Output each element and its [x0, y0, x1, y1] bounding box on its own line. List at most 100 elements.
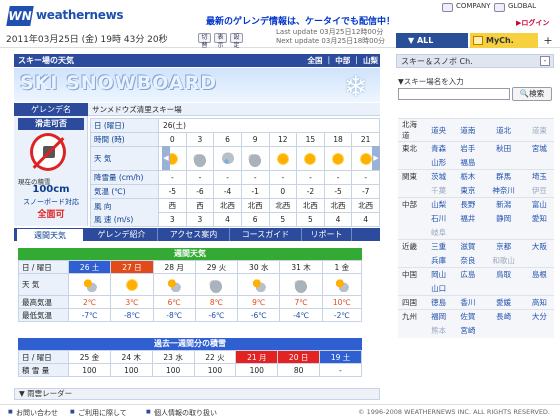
- prefecture-link[interactable]: 島根: [524, 267, 554, 282]
- temp-label: 気温 (℃): [90, 184, 159, 199]
- prefecture-link[interactable]: 伊豆: [525, 184, 554, 198]
- prefecture-link[interactable]: 秋田: [482, 141, 525, 156]
- prefecture-link[interactable]: 熊本: [424, 324, 453, 338]
- cloud-icon: [292, 276, 311, 293]
- prefecture-link[interactable]: 福岡: [424, 309, 454, 324]
- prefecture-link[interactable]: 山梨: [424, 197, 454, 212]
- breadcrumb[interactable]: 全国 ｜ 中部 ｜ 山梨: [308, 54, 378, 67]
- prefecture-link[interactable]: 福井: [453, 212, 482, 226]
- prefecture-link[interactable]: 大分: [524, 309, 554, 324]
- prefecture-link[interactable]: 鳥取: [482, 267, 525, 282]
- sidebar-collapse-button[interactable]: -: [540, 56, 550, 66]
- region-name: [398, 254, 424, 268]
- footer-contact-link[interactable]: お問い合わせ: [8, 408, 58, 418]
- region-row: 山形 福島: [398, 156, 554, 170]
- tab-weekly[interactable]: 週間天気: [16, 228, 84, 241]
- date-button-2[interactable]: 表示: [214, 33, 227, 49]
- resort-search-input[interactable]: [398, 88, 510, 100]
- prefecture-link[interactable]: 神奈川: [483, 184, 525, 198]
- company-link[interactable]: COMPANY: [442, 2, 491, 14]
- past-depth-cell: -: [319, 363, 362, 377]
- past-day-cell: 19 土: [319, 350, 362, 364]
- site-logo[interactable]: weathernews: [36, 8, 124, 22]
- login-link[interactable]: ▶ログイン: [516, 18, 549, 28]
- prefecture-link[interactable]: 宮崎: [453, 324, 482, 338]
- prefecture-link[interactable]: 和歌山: [483, 254, 525, 268]
- prefecture-link[interactable]: 奈良: [453, 254, 482, 268]
- prefecture-link[interactable]: 道央: [424, 118, 454, 142]
- tab-resort-intro[interactable]: ゲレンデ紹介: [86, 228, 158, 241]
- prefecture-link[interactable]: 静岡: [483, 212, 525, 226]
- prefecture-link[interactable]: 滋賀: [453, 239, 483, 254]
- region-name[interactable]: 北海道: [398, 118, 424, 142]
- region-name[interactable]: 関東: [398, 169, 424, 184]
- region-name[interactable]: 中国: [398, 267, 424, 282]
- prefecture-link[interactable]: 岡山: [424, 267, 454, 282]
- region-name[interactable]: 九州: [398, 309, 424, 324]
- prefecture-link[interactable]: 愛知: [525, 212, 554, 226]
- prefecture-link[interactable]: 高知: [524, 295, 554, 310]
- prefecture-link[interactable]: 山形: [424, 156, 453, 170]
- lift-icon: [43, 146, 55, 158]
- weekly-title: 週間天気: [18, 248, 362, 260]
- prefecture-link[interactable]: 京都: [482, 239, 525, 254]
- region-name: [398, 226, 424, 240]
- logo-icon[interactable]: WN: [6, 6, 34, 26]
- prefecture-link[interactable]: 徳島: [424, 295, 454, 310]
- tab-course-guide[interactable]: コースガイド: [230, 228, 302, 241]
- prefecture-link[interactable]: 広島: [453, 267, 483, 282]
- prefecture-link[interactable]: 兵庫: [424, 254, 453, 268]
- prefecture-link[interactable]: 山口: [424, 282, 453, 296]
- global-link[interactable]: GLOBAL: [494, 2, 536, 14]
- prefecture-link[interactable]: 長野: [453, 197, 483, 212]
- prefecture-link[interactable]: 三重: [424, 239, 454, 254]
- prefecture-link[interactable]: 福島: [453, 156, 482, 170]
- hour-weather-cell: [185, 146, 215, 171]
- past-depth-cell: 100: [109, 363, 153, 377]
- prefecture-link[interactable]: 大阪: [524, 239, 554, 254]
- tab-all-channel[interactable]: ▼ ALL Channel: [396, 33, 468, 60]
- prefecture-link[interactable]: 栃木: [453, 169, 483, 184]
- prefecture-link[interactable]: 道南: [453, 118, 483, 142]
- radar-link[interactable]: ▼ 雨雲レーダー: [14, 388, 380, 400]
- prefecture-link[interactable]: 東京: [453, 184, 482, 198]
- prev-hours-button[interactable]: ◀: [162, 146, 170, 170]
- date-button-3[interactable]: 設定: [230, 33, 243, 49]
- footer-terms-link[interactable]: ご利用に際して: [70, 408, 127, 418]
- tab-my-channel[interactable]: MyCh.: [470, 33, 538, 48]
- promo-banner[interactable]: 最新のゲレンデ情報は、ケータイでも配信中！: [206, 14, 395, 27]
- prefecture-link[interactable]: 新潟: [482, 197, 525, 212]
- past-snow-title: 過去一週間分の積雪: [18, 338, 362, 350]
- prefecture-link[interactable]: 群馬: [482, 169, 525, 184]
- prefecture-link[interactable]: 長崎: [482, 309, 525, 324]
- region-name: [398, 156, 424, 170]
- tab-report[interactable]: リポート: [302, 228, 352, 241]
- prefecture-link[interactable]: 岩手: [453, 141, 483, 156]
- snowfall-cell: -: [268, 170, 298, 185]
- search-button[interactable]: 🔍検索: [512, 87, 552, 101]
- tab-access[interactable]: アクセス案内: [158, 228, 230, 241]
- region-name[interactable]: 四国: [398, 295, 424, 310]
- date-button-1[interactable]: 切替: [198, 33, 211, 49]
- region-name[interactable]: 近畿: [398, 239, 424, 254]
- prefecture-link[interactable]: 富山: [524, 197, 554, 212]
- tab-my-label: MyCh.: [486, 36, 514, 45]
- prefecture-link[interactable]: 愛媛: [482, 295, 525, 310]
- prefecture-link[interactable]: 千葉: [424, 184, 453, 198]
- prefecture-link[interactable]: 石川: [424, 212, 453, 226]
- prefecture-link[interactable]: 岐阜: [424, 226, 453, 240]
- add-channel-button[interactable]: +: [540, 33, 556, 48]
- prefecture-link[interactable]: 道北: [482, 118, 525, 142]
- prefecture-link[interactable]: 佐賀: [453, 309, 483, 324]
- next-hours-button[interactable]: ▶: [372, 146, 380, 170]
- prefecture-link[interactable]: 香川: [453, 295, 483, 310]
- region-name[interactable]: 東北: [398, 141, 424, 156]
- prefecture-link[interactable]: 埼玉: [524, 169, 554, 184]
- region-name[interactable]: 中部: [398, 197, 424, 212]
- prefecture-link[interactable]: 宮城: [524, 141, 554, 156]
- prefecture-link[interactable]: 青森: [424, 141, 454, 156]
- prefecture-link[interactable]: 茨城: [424, 169, 454, 184]
- prefecture-link[interactable]: 道東: [524, 118, 554, 142]
- past-day-cell: 24 木: [109, 350, 153, 364]
- footer-privacy-link[interactable]: 個人情報の取り扱い: [146, 408, 217, 418]
